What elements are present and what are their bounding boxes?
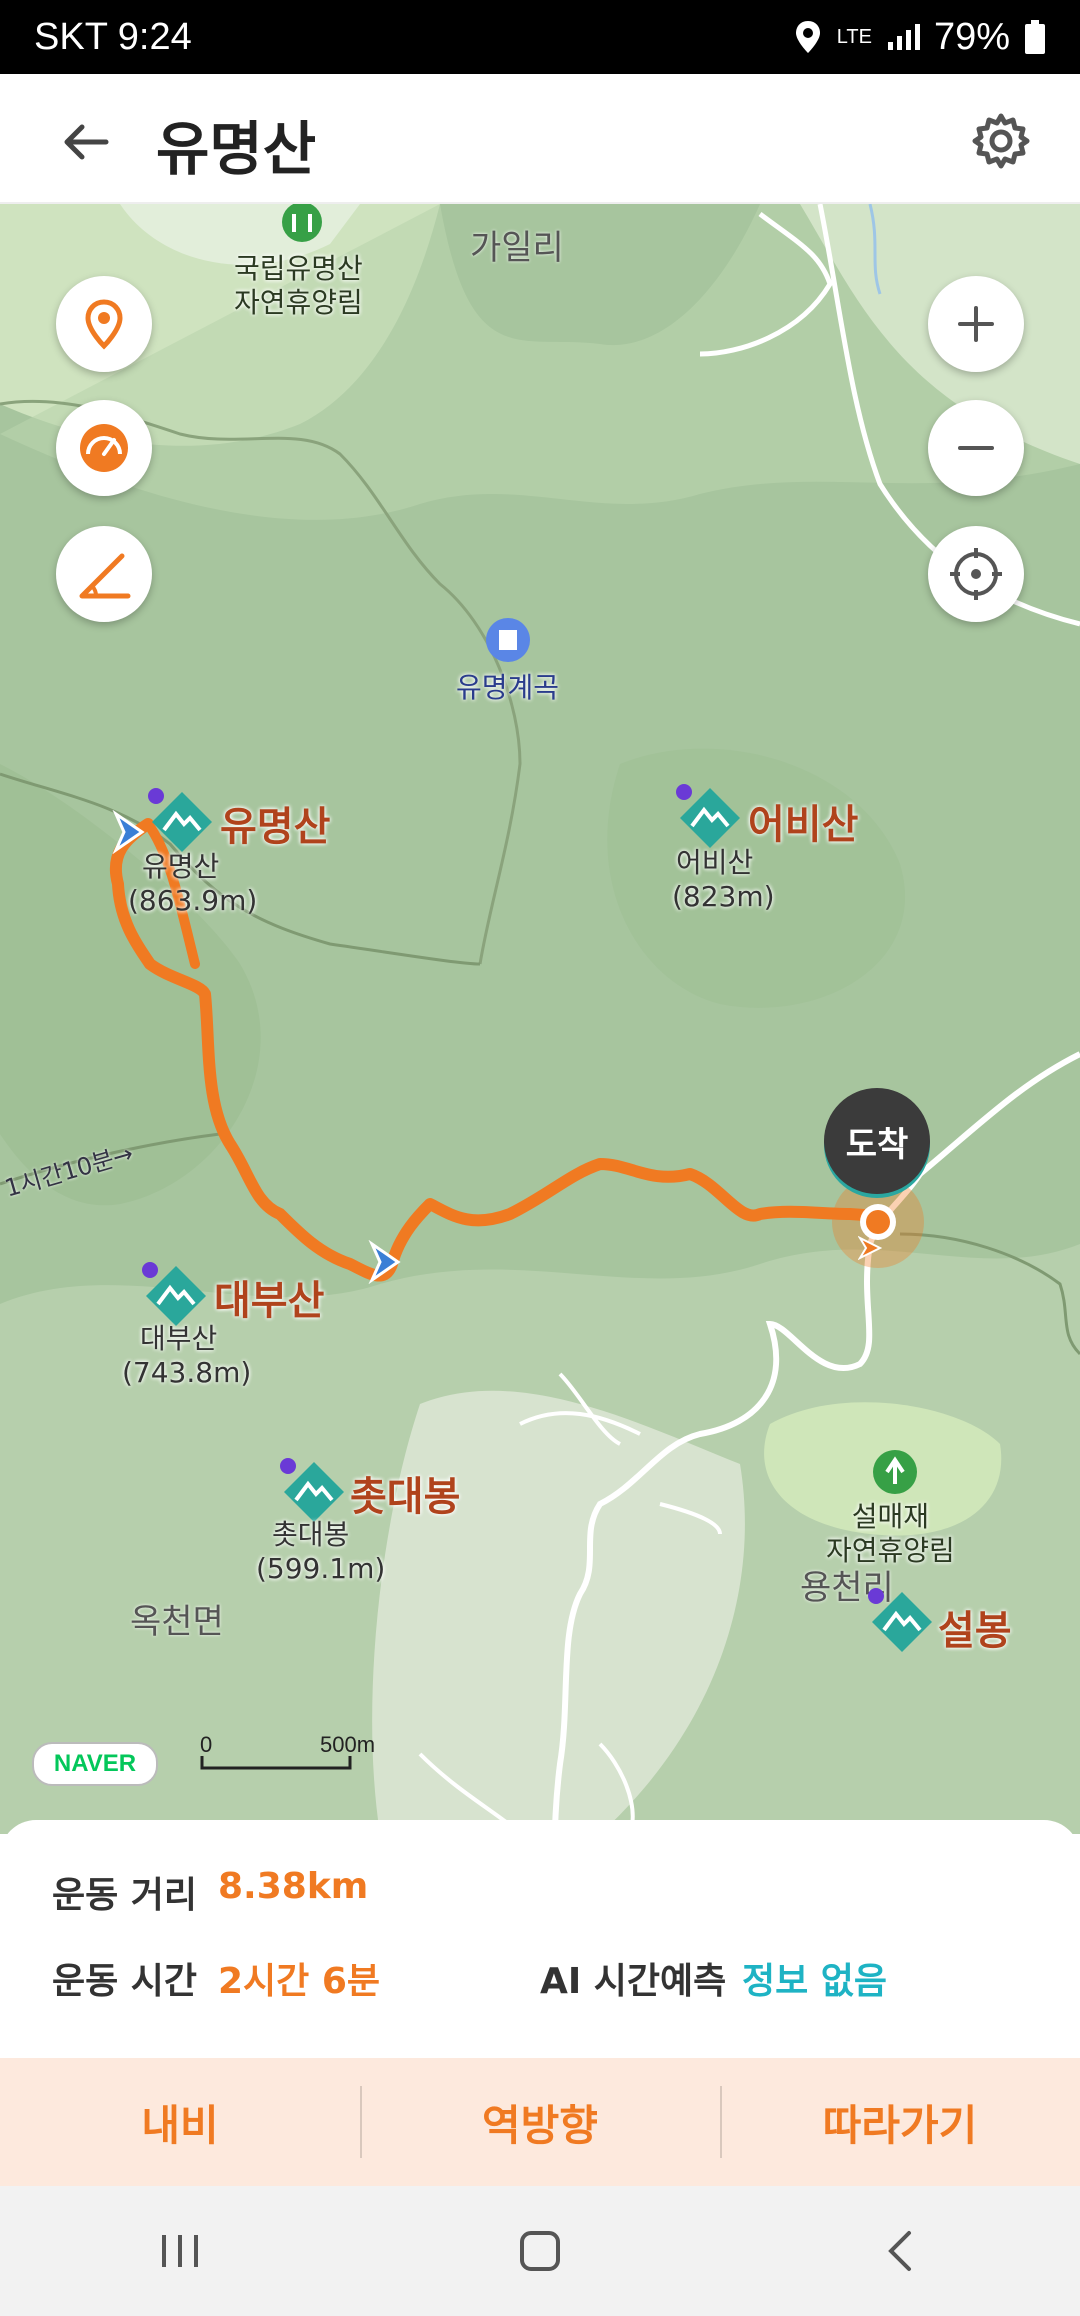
my-location-button[interactable] [928, 526, 1024, 622]
chevron-left-icon [888, 2231, 911, 2271]
peak-name: 설봉 [938, 1608, 1012, 1654]
time-label: 운동 시간 [52, 1961, 198, 2002]
poi-label-valley: 유명계곡 [456, 671, 560, 704]
distance-value: 8.38km [218, 1866, 369, 1907]
mountain-icon [142, 1262, 206, 1326]
peak-sub-name: 유명산 [142, 850, 220, 883]
arrival-badge: 도착 [824, 1088, 930, 1194]
forest-label-yumyeong: 국립유명산 자연휴양림 [234, 252, 363, 319]
peak-elevation: (863.9m) [128, 884, 258, 917]
system-back-button[interactable] [830, 2206, 970, 2296]
location-icon [795, 21, 820, 53]
peak-elevation: (743.8m) [122, 1356, 252, 1389]
carrier-time: SKT 9:24 [34, 15, 192, 58]
action-bar: 내비 역방향 따라가기 [0, 2058, 1080, 2186]
crosshair-icon [950, 548, 1002, 600]
back-arrow-icon[interactable] [56, 112, 116, 172]
peak-name: 촛대봉 [350, 1474, 461, 1520]
peak-name: 유명산 [220, 804, 331, 850]
follow-button[interactable]: 따라가기 [720, 2058, 1080, 2186]
poi-toggle-button[interactable] [56, 276, 152, 372]
ai-estimate-label: AI 시간예측 [540, 1961, 727, 2002]
route-start-arrow-icon [112, 810, 145, 854]
place-label-gailri: 가일리 [470, 228, 564, 268]
distance-label: 운동 거리 [52, 1875, 198, 1916]
peak-sub-name: 대부산 [140, 1322, 218, 1355]
battery-level: 79% [933, 15, 1010, 58]
speedometer-icon [80, 424, 128, 472]
place-label-okcheon: 옥천면 [130, 1602, 224, 1642]
map-provider-logo: NAVER [32, 1742, 158, 1786]
zoom-out-button[interactable] [928, 400, 1024, 496]
home-icon [520, 2231, 560, 2271]
forest-icon [873, 1450, 917, 1494]
slope-icon [79, 553, 131, 599]
mountain-icon [676, 784, 740, 848]
app-bar: 유명산 [0, 74, 1080, 204]
peak-name: 어비산 [748, 802, 859, 848]
mountain-icon [280, 1458, 344, 1522]
page-title: 유명산 [156, 115, 317, 183]
stats-panel: 운동 거리 8.38km 운동 시간 2시간 6분 AI 시간예측 정보 없음 [0, 1820, 1080, 2060]
status-icons: LTE 79% [793, 16, 1046, 59]
ai-estimate-value: 정보 없음 [742, 1961, 888, 2002]
heading-arrow-icon [858, 1236, 882, 1260]
peak-sub-name: 촛대봉 [272, 1518, 350, 1551]
mountain-icon [148, 788, 212, 852]
slope-button[interactable] [56, 526, 152, 622]
time-value: 2시간 6분 [218, 1961, 380, 2002]
mountain-icon [868, 1588, 932, 1652]
recent-apps-icon [162, 2235, 198, 2267]
network-label: LTE [836, 25, 872, 48]
speed-button[interactable] [56, 400, 152, 496]
navi-button[interactable]: 내비 [0, 2058, 360, 2186]
peak-elevation: (599.1m) [256, 1552, 386, 1585]
peak-name: 대부산 [214, 1278, 325, 1324]
reverse-button[interactable]: 역방향 [360, 2058, 720, 2186]
battery-icon [1025, 20, 1045, 54]
gear-icon[interactable] [970, 110, 1032, 172]
forest-label-seolmae: 설매재 자연휴양림 [826, 1500, 955, 1567]
forest-icon [282, 204, 322, 242]
route-direction-arrow-icon [368, 1240, 401, 1284]
status-bar: SKT 9:24 LTE 79% [0, 0, 1080, 74]
peak-sub-name: 어비산 [676, 846, 754, 879]
map-pin-icon [85, 299, 123, 350]
home-button[interactable] [470, 2206, 610, 2296]
map-view[interactable]: 가일리 옥천면 용천리 국립유명산 자연휴양림 설매재 자연휴양림 유명계곡 유… [0, 204, 1080, 1834]
scale-bar [200, 1756, 352, 1770]
zoom-in-button[interactable] [928, 276, 1024, 372]
signal-icon [887, 24, 920, 50]
valley-icon [486, 618, 530, 662]
plus-icon [958, 306, 994, 342]
peak-elevation: (823m) [672, 880, 775, 913]
minus-icon [958, 446, 994, 450]
recent-apps-button[interactable] [110, 2206, 250, 2296]
system-nav-bar [0, 2186, 1080, 2316]
